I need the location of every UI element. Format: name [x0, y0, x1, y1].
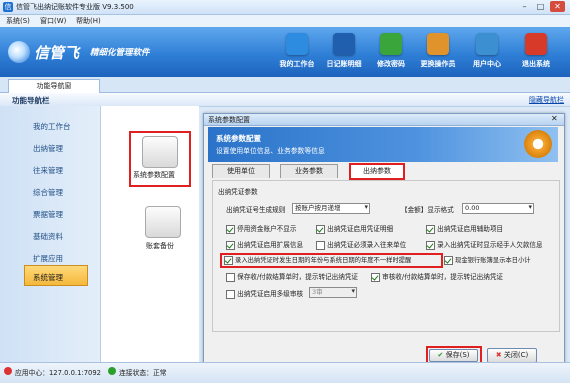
system-params-label: 系统参数配置 [133, 171, 175, 179]
check-audit-settlement-prompt[interactable]: 审核收/付款结算单时，提示转记出纳凭证 [371, 271, 503, 282]
settings-dialog: 系统参数配置 ✕ 系统参数配置 设置使用单位信息、业务参数等信息 使用单位 业务… [203, 113, 565, 370]
amount-format-label: 【金额】显示格式 [401, 206, 454, 214]
maximize-icon[interactable]: □ [533, 1, 548, 12]
dialog-close-icon[interactable]: ✕ [551, 114, 558, 123]
check-aux-items[interactable]: 出纳凭证启用辅助项目 [426, 223, 503, 234]
connection-text: 连接状态：正常 [119, 369, 167, 377]
sidebar-item-cashier[interactable]: 出纳管理 [33, 143, 63, 154]
toolbar-ledger-button[interactable]: 日记账明细 [319, 31, 369, 75]
brand-slogan: 精细化管理软件 [90, 48, 150, 58]
sidebar-item-accounts[interactable]: 往来管理 [33, 165, 63, 176]
check-multi-level-audit[interactable]: 出纳凭证启用多级审核 [226, 288, 303, 299]
checkbox[interactable] [426, 240, 435, 250]
sidebar-item-workbench[interactable]: 我的工作台 [33, 121, 71, 132]
window-title: 信管飞出纳记账软件专业版 V9.3.500 [16, 3, 134, 11]
rule-label: 出纳凭证号生成规则 [226, 206, 286, 214]
tab-cashier-params[interactable]: 出纳参数 [349, 163, 405, 180]
key-icon [380, 33, 402, 55]
check-year-mismatch-reminder[interactable]: 录入出纳凭证时发生日期的年份与系统日期的年度不一样时提醒 [224, 255, 411, 265]
menu-system[interactable]: 系统(S) [6, 16, 30, 26]
dialog-title: 系统参数配置 [208, 116, 250, 124]
close-button[interactable]: ✖ 关闭(C) [487, 348, 537, 363]
function-bar-title: 功能导航栏 [12, 96, 50, 105]
check-require-partner[interactable]: 出纳凭证必须录入往来单位 [316, 239, 406, 250]
dialog-titlebar: 系统参数配置 ✕ [204, 114, 564, 126]
checkbox[interactable] [316, 240, 325, 250]
toolbar-password-button[interactable]: 修改密码 [366, 31, 416, 75]
check-show-handler-debt[interactable]: 录入出纳凭证时显示经手人欠款信息 [426, 239, 543, 250]
sidebar-item-bills[interactable]: 票据管理 [33, 209, 63, 220]
toolbar-switch-user-button[interactable]: 更换操作员 [413, 31, 463, 75]
group-label: 出纳凭证参数 [218, 188, 258, 196]
app-icon: 信 [3, 2, 13, 12]
checkbox[interactable] [226, 224, 235, 234]
amount-format-select[interactable]: 0.00 [462, 203, 534, 214]
close-x-icon: ✖ [495, 351, 502, 359]
toolbar-user-center-button[interactable]: 用户中心 [462, 31, 512, 75]
database-gear-icon [142, 136, 178, 168]
audit-level-select[interactable]: 3审 [309, 287, 357, 298]
status-bar: 应用中心：127.0.0.1:7092 连接状态：正常 [0, 362, 570, 383]
toolbar-workbench-button[interactable]: 我的工作台 [272, 31, 322, 75]
app-center-text: 应用中心：127.0.0.1:7092 [15, 369, 101, 377]
system-params-button[interactable]: 系统参数配置 [129, 131, 191, 187]
hide-nav-link[interactable]: 隐藏导航栏 [529, 95, 564, 105]
connection-status-icon [108, 367, 116, 375]
checkbox[interactable] [371, 272, 380, 282]
sidebar-item-extensions[interactable]: 扩展应用 [33, 253, 63, 264]
brand-name: 信管飞 [34, 44, 80, 62]
toolbar-exit-button[interactable]: 退出系统 [511, 31, 561, 75]
checkbox[interactable] [316, 224, 325, 234]
monitor-icon [286, 33, 308, 55]
database-backup-icon [145, 206, 181, 238]
save-button[interactable]: ✔ 保存(S) [429, 349, 478, 362]
rule-select[interactable]: 按账户按月递增 [292, 203, 370, 214]
checkbox[interactable] [226, 272, 235, 282]
logo-icon [8, 41, 30, 63]
sidebar-item-system[interactable]: 系统管理 [33, 272, 63, 283]
check-voucher-details[interactable]: 出纳凭证启用凭证明细 [316, 223, 393, 234]
checkbox[interactable] [224, 255, 233, 265]
checkbox[interactable] [226, 289, 235, 299]
sidebar-item-general[interactable]: 综合管理 [33, 187, 63, 198]
check-daily-subtotal[interactable]: 现金银行账簿显示本日小计 [444, 255, 531, 265]
power-icon [525, 33, 547, 55]
close-icon[interactable]: ✕ [550, 1, 565, 12]
menu-bar: 系统(S) 窗口(W) 帮助(H) [0, 15, 570, 27]
function-bar: 功能导航栏 隐藏导航栏 [0, 93, 570, 107]
tab-nav-window[interactable]: 功能导航窗 [8, 79, 100, 93]
check-extended-info[interactable]: 出纳凭证启用扩展信息 [226, 239, 303, 250]
checkbox[interactable] [426, 224, 435, 234]
check-save-settlement-prompt[interactable]: 保存收/付款结算单时，提示转记出纳凭证 [226, 271, 358, 282]
checkbox[interactable] [226, 240, 235, 250]
tab-company[interactable]: 使用单位 [212, 164, 270, 178]
menu-help[interactable]: 帮助(H) [76, 16, 101, 26]
minimize-icon[interactable]: – [517, 1, 532, 12]
gear-icon [524, 130, 552, 158]
sidebar-item-basic-data[interactable]: 基础资料 [33, 231, 63, 242]
checkbox[interactable] [444, 255, 453, 265]
menu-window[interactable]: 窗口(W) [40, 16, 66, 26]
dialog-header-title: 系统参数配置 [216, 134, 261, 143]
users-icon [427, 33, 449, 55]
check-hide-disabled-accounts[interactable]: 停用资金账户不显示 [226, 223, 296, 234]
dialog-header: 系统参数配置 设置使用单位信息、业务参数等信息 [208, 127, 558, 162]
check-icon: ✔ [437, 351, 444, 359]
backup-button[interactable]: 账套备份 [138, 204, 182, 250]
user-center-icon [476, 33, 498, 55]
tab-row: 功能导航窗 [0, 77, 570, 93]
dialog-header-subtitle: 设置使用单位信息、业务参数等信息 [216, 147, 325, 155]
tab-business-params[interactable]: 业务参数 [280, 164, 338, 178]
app-center-status-icon [4, 367, 12, 375]
title-bar: 信 信管飞出纳记账软件专业版 V9.3.500 – □ ✕ [0, 0, 570, 15]
backup-label: 账套备份 [146, 242, 174, 250]
banner: 信管飞 精细化管理软件 我的工作台 日记账明细 修改密码 更换操作员 用户中心 … [0, 27, 570, 77]
ledger-icon [333, 33, 355, 55]
